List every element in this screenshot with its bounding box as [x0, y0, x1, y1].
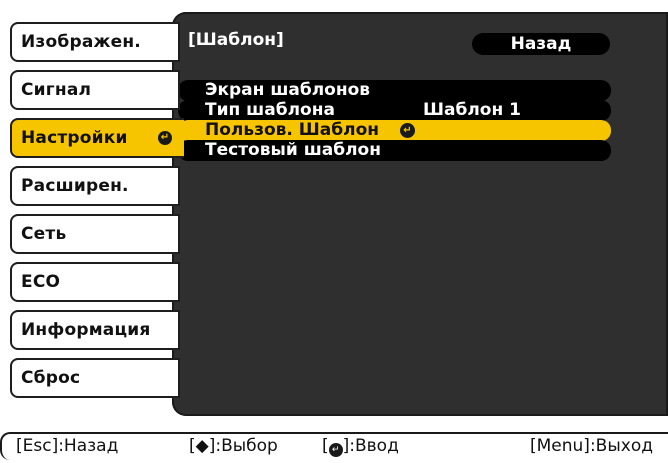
help-enter: [↵]:Ввод — [322, 434, 399, 459]
enter-icon: ↵ — [158, 131, 172, 145]
menu-item-label: Пользов. Шаблон — [205, 120, 380, 140]
sidebar-item-settings[interactable]: Настройки ↵ — [10, 118, 184, 158]
sidebar-item-label: Сигнал — [21, 80, 92, 100]
help-menu: [Menu]:Выход — [530, 436, 653, 456]
help-esc: [Esc]:Назад — [16, 436, 119, 456]
sidebar-item-label: Расширен. — [21, 176, 129, 196]
sidebar-item-label: Настройки — [21, 128, 128, 148]
help-bar: [Esc]:Назад [◆]:Выбор [↵]:Ввод [Menu]:Вы… — [0, 432, 668, 460]
menu-item-pattern-type[interactable]: Тип шаблона Шаблон 1 — [178, 100, 611, 121]
enter-icon: ↵ — [328, 443, 343, 457]
sidebar-item-eco[interactable]: ECO — [10, 262, 180, 302]
settings-panel: [Шаблон] Назад Экран шаблонов Тип шаблон… — [172, 12, 668, 416]
menu-item-test-pattern[interactable]: Тестовый шаблон — [178, 140, 611, 161]
sidebar-item-extended[interactable]: Расширен. — [10, 166, 180, 206]
sidebar-item-label: Сеть — [21, 224, 67, 244]
sidebar-item-label: ECO — [21, 272, 61, 292]
projector-menu: [Шаблон] Назад Экран шаблонов Тип шаблон… — [0, 0, 668, 463]
help-enter-open: [ — [322, 436, 329, 456]
sidebar-item-image[interactable]: Изображен. — [10, 22, 180, 62]
panel-title: [Шаблон] — [188, 30, 284, 50]
sidebar-item-reset[interactable]: Сброс — [10, 358, 180, 398]
menu-item-value: Шаблон 1 — [423, 100, 521, 120]
menu-item-pattern-display[interactable]: Экран шаблонов — [178, 80, 611, 101]
help-select: [◆]:Выбор — [189, 436, 278, 456]
sidebar-item-signal[interactable]: Сигнал — [10, 70, 180, 110]
sidebar-item-label: Изображен. — [21, 32, 141, 52]
sidebar-item-label: Сброс — [21, 368, 81, 388]
sidebar-item-label: Информация — [21, 320, 151, 340]
menu-item-label: Тип шаблона — [205, 100, 335, 120]
back-button[interactable]: Назад — [472, 33, 610, 55]
sidebar-item-info[interactable]: Информация — [10, 310, 180, 350]
help-enter-close: ]:Ввод — [342, 436, 399, 456]
sidebar-item-network[interactable]: Сеть — [10, 214, 180, 254]
enter-icon: ↵ — [400, 123, 415, 138]
menu-item-user-pattern[interactable]: Пользов. Шаблон ↵ — [178, 120, 611, 141]
menu-item-label: Экран шаблонов — [205, 80, 371, 100]
menu-item-label: Тестовый шаблон — [205, 140, 381, 160]
